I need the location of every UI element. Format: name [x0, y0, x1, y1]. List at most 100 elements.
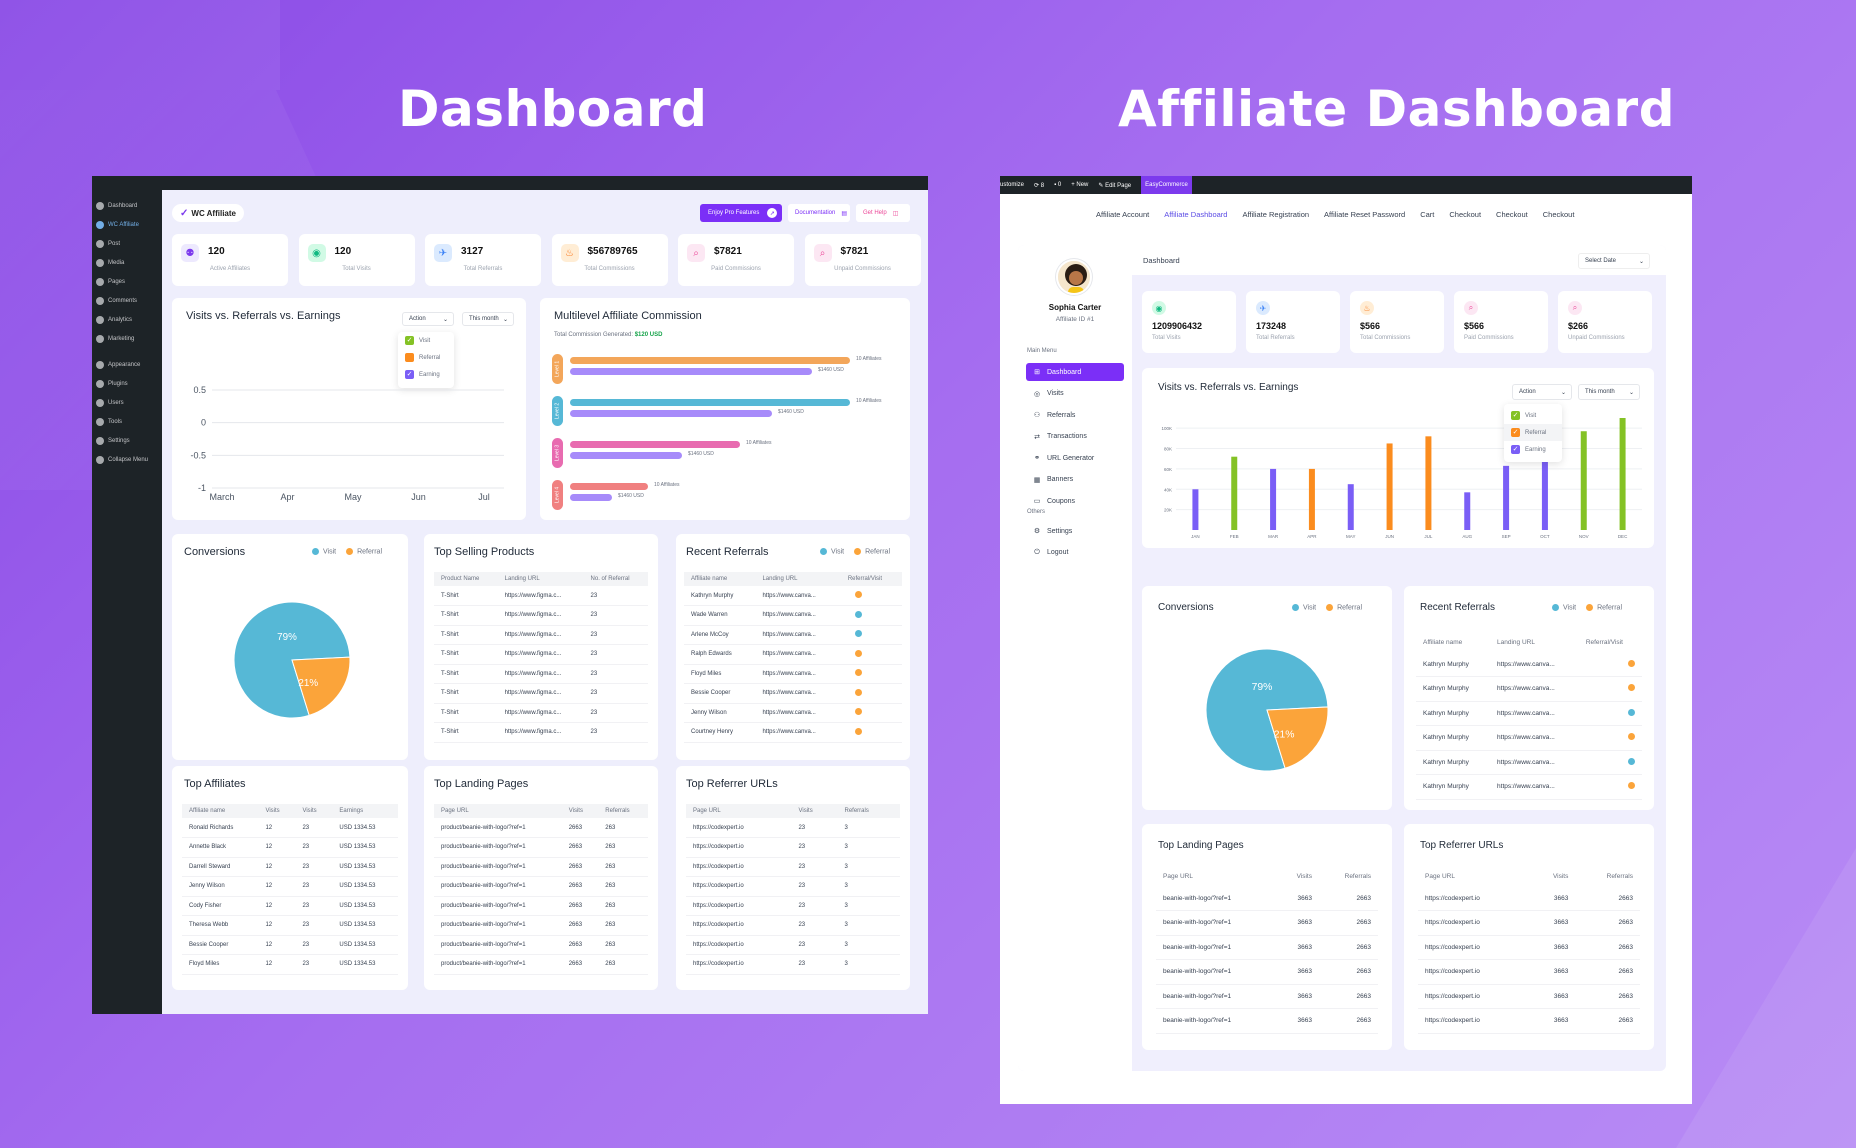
enjoy-pro-button[interactable]: Enjoy Pro Features ➚: [700, 204, 782, 222]
table-row[interactable]: https://codexpert.io 23 3: [686, 876, 900, 897]
menu-item-dashboard[interactable]: ⊞ Dashboard: [1026, 363, 1124, 381]
table-row[interactable]: Bessie Cooper https://www.canva...: [684, 683, 902, 704]
table-row[interactable]: https://codexpert.io 23 3: [686, 837, 900, 858]
table-row[interactable]: product/beanie-with-logo/?ref=1 2663 263: [434, 896, 648, 916]
documentation-button[interactable]: Documentation ▤: [788, 204, 850, 222]
table-row[interactable]: Kathryn Murphy https://www.canva...: [1416, 652, 1642, 677]
nav-link[interactable]: Affiliate Reset Password: [1324, 210, 1405, 219]
legend-option-earning[interactable]: ✓ Earning: [1504, 441, 1562, 458]
menu-item-referrals[interactable]: ⚇ Referrals: [1026, 406, 1124, 424]
table-row[interactable]: product/beanie-with-logo/?ref=1 2663 263: [434, 915, 648, 936]
table-row[interactable]: https://codexpert.io 23 3: [686, 954, 900, 975]
table-row[interactable]: Kathryn Murphy https://www.canva...: [1416, 725, 1642, 751]
table-row[interactable]: T-Shirt https://www.figma.c... 23: [434, 625, 648, 645]
table-row[interactable]: https://codexpert.io 3663 2663: [1418, 959, 1640, 985]
table-row[interactable]: https://codexpert.io 23 3: [686, 915, 900, 936]
table-row[interactable]: https://codexpert.io 3663 2663: [1418, 910, 1640, 936]
table-row[interactable]: Kathryn Murphy https://www.canva...: [684, 586, 902, 606]
legend-option-referral[interactable]: ✓ Referral: [1504, 424, 1562, 441]
table-row[interactable]: T-Shirt https://www.figma.c... 23: [434, 703, 648, 723]
menu-item-visits[interactable]: ◎ Visits: [1026, 385, 1124, 403]
sidebar-item-settings[interactable]: Settings: [92, 431, 162, 450]
legend-option-visit[interactable]: ✓ Visit: [1504, 407, 1562, 424]
table-row[interactable]: product/beanie-with-logo/?ref=1 2663 263: [434, 876, 648, 897]
table-row[interactable]: beanie-with-logo/?ref=1 3663 2663: [1156, 935, 1378, 960]
menu-item-banners[interactable]: ▦ Banners: [1026, 471, 1124, 489]
sidebar-item-analytics[interactable]: Analytics: [92, 310, 162, 329]
table-row[interactable]: T-Shirt https://www.figma.c... 23: [434, 586, 648, 606]
table-row[interactable]: Floyd Miles 12 23 USD 1334.53: [182, 954, 398, 975]
menu-item-transactions[interactable]: ⇄ Transactions: [1026, 428, 1124, 446]
menu-item-url-generator[interactable]: ⚭ URL Generator: [1026, 449, 1124, 467]
table-row[interactable]: Wade Warren https://www.canva...: [684, 605, 902, 626]
table-row[interactable]: beanie-with-logo/?ref=1 3663 2663: [1156, 910, 1378, 936]
select-date[interactable]: Select Date ⌄: [1578, 253, 1650, 269]
easycommerce-link[interactable]: EasyCommerce: [1141, 176, 1192, 194]
table-row[interactable]: Jenny Wilson https://www.canva...: [684, 703, 902, 723]
table-row[interactable]: T-Shirt https://www.figma.c... 23: [434, 644, 648, 665]
table-row[interactable]: T-Shirt https://www.figma.c... 23: [434, 605, 648, 626]
nav-link[interactable]: Checkout: [1449, 210, 1481, 219]
table-row[interactable]: https://codexpert.io 3663 2663: [1418, 935, 1640, 960]
sidebar-item-pages[interactable]: Pages: [92, 272, 162, 291]
updates-link[interactable]: ⟳ 8: [1034, 182, 1044, 189]
table-row[interactable]: https://codexpert.io 3663 2663: [1418, 984, 1640, 1009]
sidebar-item-appearance[interactable]: Appearance: [92, 355, 162, 374]
table-row[interactable]: Cody Fisher 12 23 USD 1334.53: [182, 896, 398, 916]
edit-page-link[interactable]: ✎ Edit Page: [1098, 182, 1131, 189]
table-row[interactable]: beanie-with-logo/?ref=1 3663 2663: [1156, 886, 1378, 911]
sidebar-item-media[interactable]: Media: [92, 253, 162, 272]
table-row[interactable]: product/beanie-with-logo/?ref=1 2663 263: [434, 837, 648, 858]
table-row[interactable]: Darrell Steward 12 23 USD 1334.53: [182, 857, 398, 877]
nav-link[interactable]: Cart: [1420, 210, 1434, 219]
sidebar-item-tools[interactable]: Tools: [92, 412, 162, 431]
get-help-button[interactable]: Get Help ◫: [856, 204, 910, 222]
comments-link[interactable]: ▪ 0: [1054, 182, 1061, 188]
table-row[interactable]: https://codexpert.io 23 3: [686, 818, 900, 838]
table-row[interactable]: product/beanie-with-logo/?ref=1 2663 263: [434, 818, 648, 838]
sidebar-item-marketing[interactable]: Marketing: [92, 329, 162, 348]
nav-link[interactable]: Affiliate Account: [1096, 210, 1149, 219]
table-row[interactable]: product/beanie-with-logo/?ref=1 2663 263: [434, 935, 648, 955]
table-row[interactable]: Arlene McCoy https://www.canva...: [684, 625, 902, 645]
sidebar-item-post[interactable]: Post: [92, 234, 162, 253]
menu-item-coupons[interactable]: ▭ Coupons: [1026, 492, 1124, 510]
nav-link[interactable]: Affiliate Registration: [1242, 210, 1309, 219]
table-row[interactable]: Annette Black 12 23 USD 1334.53: [182, 837, 398, 858]
customize-link[interactable]: ustomize: [1000, 182, 1024, 188]
nav-link[interactable]: Affiliate Dashboard: [1164, 210, 1227, 219]
table-row[interactable]: T-Shirt https://www.figma.c... 23: [434, 722, 648, 743]
table-row[interactable]: T-Shirt https://www.figma.c... 23: [434, 664, 648, 684]
nav-link[interactable]: Checkout: [1496, 210, 1528, 219]
sidebar-item-collapse-menu[interactable]: Collapse Menu: [92, 450, 162, 469]
table-row[interactable]: product/beanie-with-logo/?ref=1 2663 263: [434, 954, 648, 975]
table-row[interactable]: beanie-with-logo/?ref=1 3663 2663: [1156, 1008, 1378, 1034]
table-row[interactable]: Courtney Henry https://www.canva...: [684, 722, 902, 743]
table-row[interactable]: beanie-with-logo/?ref=1 3663 2663: [1156, 984, 1378, 1009]
table-row[interactable]: Kathryn Murphy https://www.canva...: [1416, 774, 1642, 800]
table-row[interactable]: Floyd Miles https://www.canva...: [684, 664, 902, 684]
table-row[interactable]: https://codexpert.io 3663 2663: [1418, 886, 1640, 911]
table-row[interactable]: Bessie Cooper 12 23 USD 1334.53: [182, 935, 398, 955]
table-row[interactable]: Kathryn Murphy https://www.canva...: [1416, 676, 1642, 702]
table-row[interactable]: product/beanie-with-logo/?ref=1 2663 263: [434, 857, 648, 877]
table-row[interactable]: https://codexpert.io 23 3: [686, 896, 900, 916]
sidebar-item-users[interactable]: Users: [92, 393, 162, 412]
new-link[interactable]: + New: [1071, 182, 1088, 188]
menu-item-settings[interactable]: ⚙ Settings: [1026, 522, 1124, 540]
table-row[interactable]: Ronald Richards 12 23 USD 1334.53: [182, 818, 398, 838]
nav-link[interactable]: Checkout: [1543, 210, 1575, 219]
sidebar-item-wc-affiliate[interactable]: WC Affiliate: [92, 215, 162, 234]
table-row[interactable]: Kathryn Murphy https://www.canva...: [1416, 750, 1642, 775]
table-row[interactable]: beanie-with-logo/?ref=1 3663 2663: [1156, 959, 1378, 985]
table-row[interactable]: https://codexpert.io 23 3: [686, 935, 900, 955]
menu-item-logout[interactable]: ⏻ Logout: [1026, 544, 1124, 562]
sidebar-item-dashboard[interactable]: Dashboard: [92, 196, 162, 215]
table-row[interactable]: https://codexpert.io 3663 2663: [1418, 1008, 1640, 1034]
table-row[interactable]: Ralph Edwards https://www.canva...: [684, 644, 902, 665]
table-row[interactable]: Kathryn Murphy https://www.canva...: [1416, 701, 1642, 726]
table-row[interactable]: Jenny Wilson 12 23 USD 1334.53: [182, 876, 398, 897]
sidebar-item-plugins[interactable]: Plugins: [92, 374, 162, 393]
table-row[interactable]: https://codexpert.io 23 3: [686, 857, 900, 877]
sidebar-item-comments[interactable]: Comments: [92, 291, 162, 310]
